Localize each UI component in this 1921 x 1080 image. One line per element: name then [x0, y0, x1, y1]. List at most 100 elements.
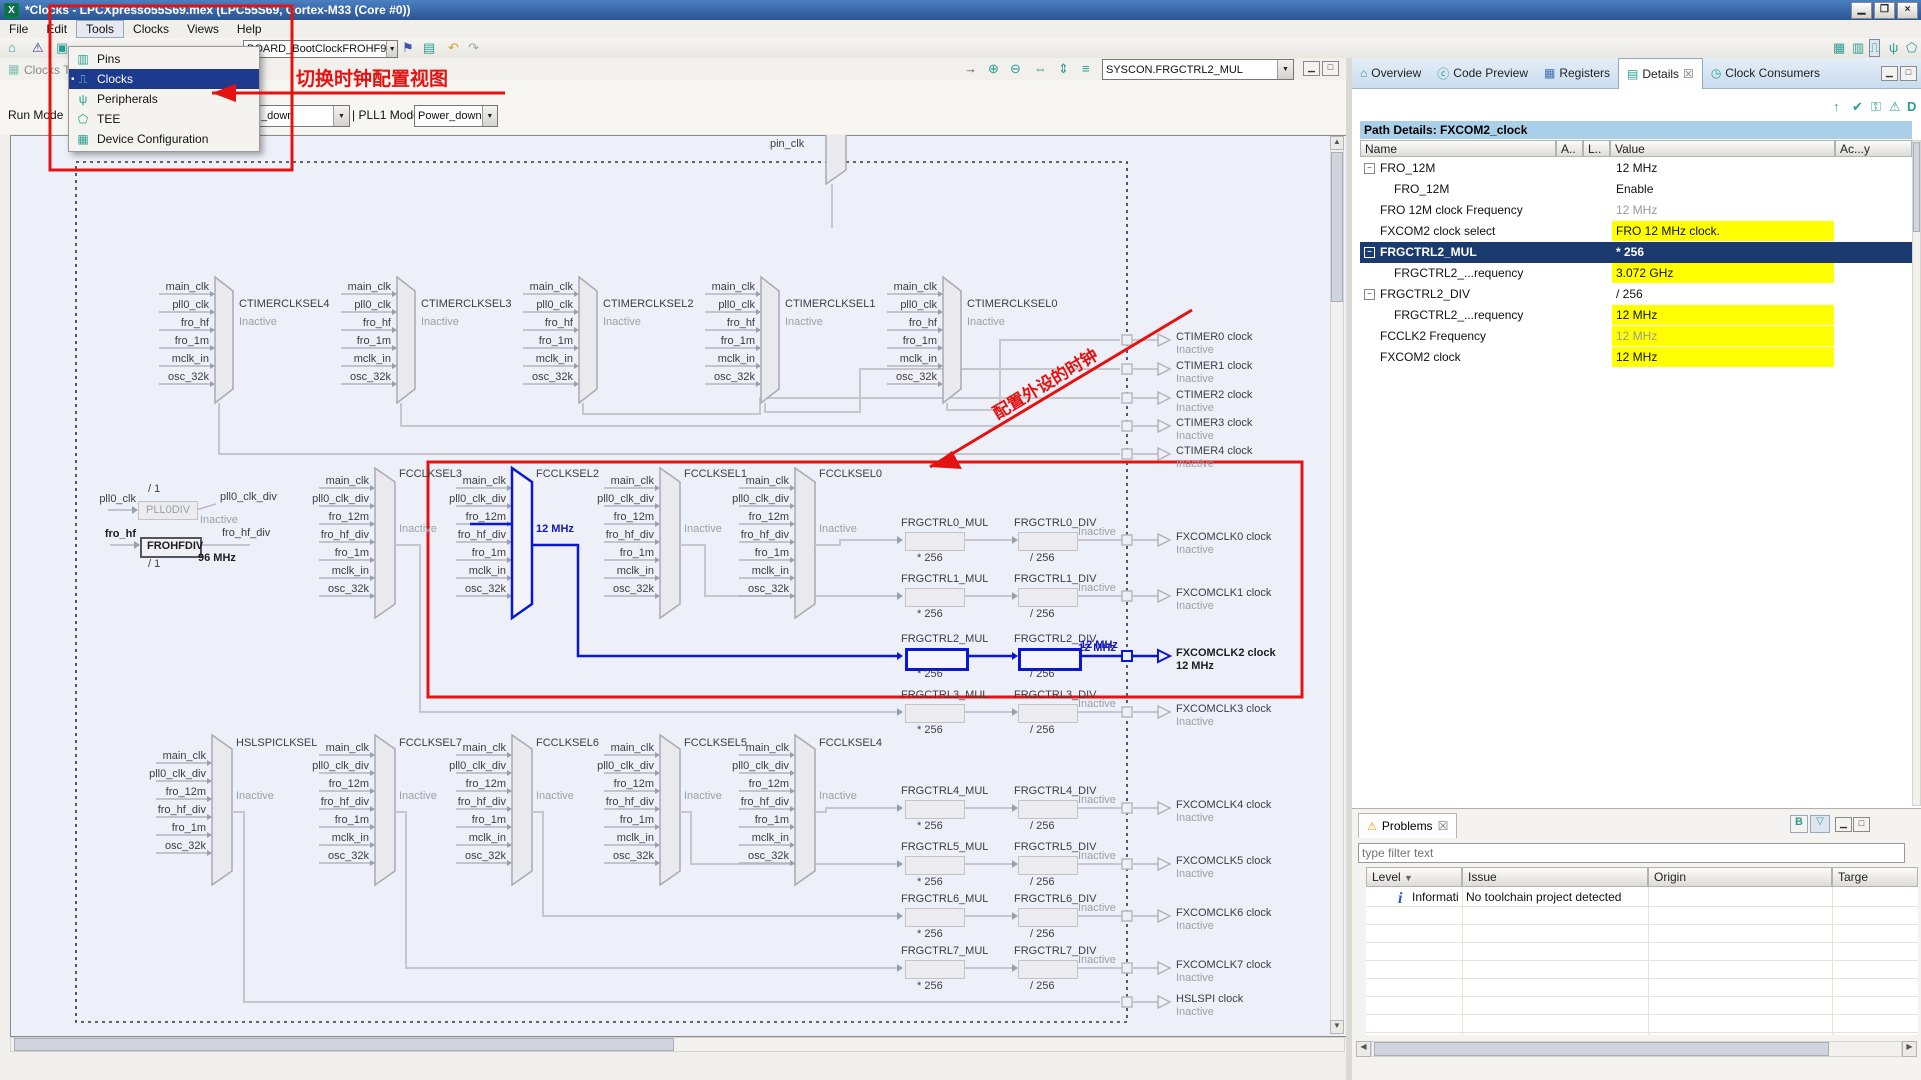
pll1-mode-combo[interactable]: Power_down ▼ — [414, 105, 498, 127]
close-icon[interactable]: ☒ — [1438, 819, 1449, 833]
menu-item-clocks[interactable]: •⎍Clocks — [69, 69, 259, 89]
device-configuration-icon[interactable]: ▦ — [1833, 40, 1845, 56]
menu-help[interactable]: Help — [228, 21, 271, 37]
close-button[interactable]: × — [1897, 2, 1918, 19]
details-row[interactable]: FRGCTRL2_...requency12 MHz — [1360, 305, 1912, 326]
menu-file[interactable]: File — [0, 21, 37, 37]
details-row[interactable]: FRO 12M clock Frequency12 MHz — [1360, 200, 1912, 221]
expand-icon[interactable]: − — [1364, 163, 1375, 174]
check-icon[interactable]: ✔ — [1852, 99, 1863, 115]
scroll-left-button[interactable]: ◀ — [1356, 1041, 1371, 1057]
close-icon[interactable]: ☒ — [1683, 67, 1694, 81]
col-name[interactable]: Name — [1360, 140, 1556, 157]
tab-problems[interactable]: ⚠ Problems ☒ — [1358, 813, 1457, 838]
clocks-table-tab[interactable]: Clocks T — [24, 63, 70, 77]
fit-height-icon[interactable]: ⇕ — [1058, 61, 1069, 77]
functional-group-combo[interactable]: BOARD_BootClockFROHF9▼ — [243, 40, 398, 58]
maximize-view-button[interactable]: □ — [1322, 61, 1339, 76]
expand-icon[interactable]: − — [1364, 289, 1375, 300]
tee-tool-icon[interactable]: ⬠ — [1906, 40, 1917, 56]
details-row[interactable]: −FRGCTRL2_MUL* 256 — [1360, 242, 1912, 263]
alert-icon[interactable]: ⚠ — [32, 40, 44, 56]
log-icon[interactable]: ▤ — [423, 40, 435, 56]
details-row[interactable]: −FRGCTRL2_DIV/ 256 — [1360, 284, 1912, 305]
chevron-down-icon[interactable]: ▼ — [1277, 60, 1293, 79]
flag-icon[interactable]: ⚑ — [402, 40, 414, 56]
zoom-in-icon[interactable]: ⊕ — [988, 61, 999, 77]
maximize-problems-button[interactable]: □ — [1853, 817, 1870, 832]
arrow-head-icon — [1012, 912, 1018, 920]
tab-overview[interactable]: ⌂Overview — [1352, 62, 1429, 84]
expand-icon[interactable]: − — [1364, 247, 1375, 258]
lock-icon[interactable]: ⚿ — [1871, 99, 1881, 115]
detail-name: FXCOM2 clock — [1380, 350, 1461, 364]
tab-details[interactable]: ▤Details☒ — [1618, 58, 1703, 89]
redo-icon[interactable]: ↷ — [468, 40, 479, 56]
tab-clock-consumers[interactable]: ◷Clock Consumers — [1703, 62, 1828, 84]
output-arrow-icon — [1158, 650, 1170, 662]
minimize-problems-button[interactable]: ▁ — [1835, 817, 1852, 832]
scroll-down-button[interactable]: ▼ — [1330, 1020, 1344, 1034]
tab-registers[interactable]: ▦Registers — [1536, 62, 1618, 84]
details-row[interactable]: FCCLK2 Frequency12 MHz — [1360, 326, 1912, 347]
details-row[interactable]: FRGCTRL2_...requency3.072 GHz — [1360, 263, 1912, 284]
menu-clocks[interactable]: Clocks — [124, 21, 178, 37]
default-icon[interactable]: D — [1907, 99, 1916, 114]
menu-views[interactable]: Views — [178, 21, 228, 37]
col-level[interactable]: Level ▼ — [1366, 867, 1462, 887]
comment-icon[interactable]: ≡ — [1082, 61, 1090, 76]
tab-code-preview[interactable]: ⓒCode Preview — [1429, 61, 1536, 86]
minimize-view-button[interactable]: ▁ — [1303, 61, 1320, 76]
fit-width-icon[interactable]: ⇔ — [1034, 61, 1047, 76]
zoom-out-icon[interactable]: ⊖ — [1010, 61, 1021, 77]
chevron-down-icon[interactable]: ▼ — [333, 106, 349, 126]
filter-icon[interactable]: ▽ — [1810, 815, 1830, 833]
hscroll-thumb[interactable] — [14, 1038, 674, 1051]
menu-item-peripherals[interactable]: ψPeripherals — [69, 89, 259, 109]
details-row[interactable]: FXCOM2 clock selectFRO 12 MHz clock. — [1360, 221, 1912, 242]
maximize-panel-button[interactable]: □ — [1900, 66, 1917, 81]
details-vscroll-thumb[interactable] — [1913, 142, 1920, 232]
scroll-right-button[interactable]: ▶ — [1902, 1041, 1917, 1057]
menu-edit[interactable]: Edit — [37, 21, 76, 37]
menu-tools[interactable]: Tools — [76, 20, 124, 38]
restore-button[interactable]: ❐ — [1874, 2, 1895, 19]
vscroll-thumb[interactable] — [1331, 152, 1343, 302]
scroll-up-button[interactable]: ▲ — [1330, 136, 1344, 150]
home-icon[interactable]: ⌂ — [8, 40, 16, 55]
scroll-to-top-icon[interactable]: ↑ — [1833, 99, 1840, 114]
minimize-panel-button[interactable]: ▁ — [1881, 66, 1898, 81]
details-vscrollbar[interactable] — [1912, 140, 1921, 806]
col-value[interactable]: Value — [1610, 140, 1835, 157]
problems-hscroll-thumb[interactable] — [1374, 1042, 1829, 1056]
clocks-tool-icon[interactable]: ⎍ — [1869, 39, 1880, 57]
col-a[interactable]: A.. — [1556, 140, 1583, 157]
col-target[interactable]: Targe — [1832, 867, 1918, 887]
col-accuracy[interactable]: Ac...y — [1835, 140, 1912, 157]
table-row-line — [1366, 942, 1918, 943]
peripherals-tool-icon[interactable]: ψ — [1889, 40, 1898, 55]
problems-panel: ⚠ Problems ☒ B ▽ ▁ □ Level ▼ Issue Origi… — [1352, 808, 1921, 1080]
shield-icon: ⬠ — [75, 112, 91, 126]
undo-icon[interactable]: ↶ — [448, 40, 459, 56]
menu-item-pins[interactable]: ▥Pins — [69, 49, 259, 69]
selected-element-combo[interactable]: SYSCON.FRGCTRL2_MUL▼ — [1102, 59, 1294, 80]
details-row[interactable]: FRO_12MEnable — [1360, 179, 1912, 200]
pins-tool-icon[interactable]: ▥ — [1852, 40, 1864, 56]
col-issue[interactable]: Issue — [1462, 867, 1648, 887]
col-origin[interactable]: Origin — [1648, 867, 1832, 887]
chevron-down-icon[interactable]: ▼ — [482, 106, 497, 126]
menu-item-device-configuration[interactable]: ▦Device Configuration — [69, 129, 259, 149]
update-code-icon[interactable]: ▣ — [56, 40, 68, 56]
col-l[interactable]: L.. — [1583, 140, 1610, 157]
details-row[interactable]: −FRO_12M12 MHz — [1360, 158, 1912, 179]
badge-icon[interactable]: B — [1790, 815, 1808, 833]
menu-item-tee[interactable]: ⬠TEE — [69, 109, 259, 129]
warning-icon[interactable]: ⚠ — [1889, 99, 1901, 115]
problem-issue[interactable]: No toolchain project detected — [1466, 890, 1621, 904]
arrow-right-icon[interactable]: → — [964, 61, 977, 76]
minimize-button[interactable]: ▁ — [1851, 2, 1872, 19]
chevron-down-icon[interactable]: ▼ — [386, 41, 397, 57]
details-row[interactable]: FXCOM2 clock12 MHz — [1360, 347, 1912, 368]
problems-filter-input[interactable] — [1358, 843, 1905, 863]
